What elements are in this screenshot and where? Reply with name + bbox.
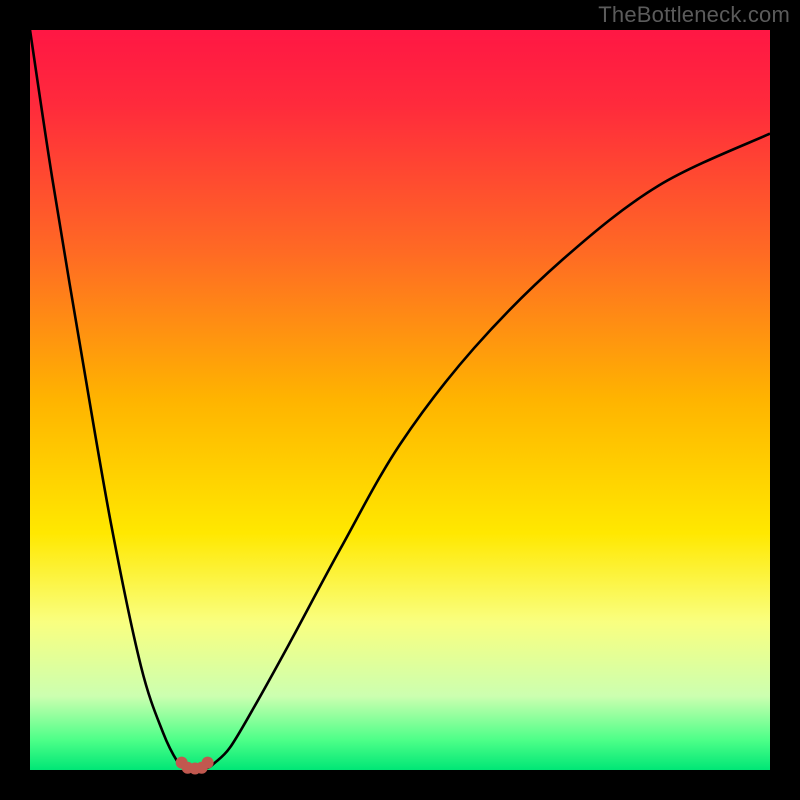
plot-area [30, 30, 770, 770]
curve-min-marker [202, 757, 214, 769]
chart-canvas [0, 0, 800, 800]
chart-frame: TheBottleneck.com [0, 0, 800, 800]
watermark-label: TheBottleneck.com [598, 2, 790, 28]
